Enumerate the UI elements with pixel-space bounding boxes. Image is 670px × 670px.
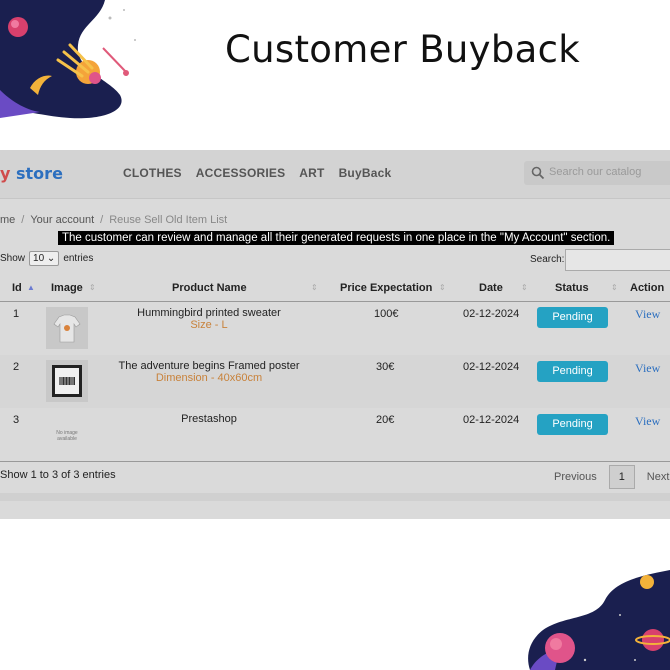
row-id: 1	[13, 308, 20, 320]
price-value: 100€	[374, 308, 399, 320]
show-label: Show	[0, 253, 26, 264]
product-name[interactable]: Hummingbird printed sweater	[105, 307, 313, 319]
row-id: 2	[13, 361, 20, 373]
product-attribute: Dimension - 40x60cm	[155, 372, 263, 384]
breadcrumb-account[interactable]: Your account	[30, 214, 94, 226]
table-search-label: Search:	[530, 254, 565, 265]
search-placeholder: Search our catalog	[549, 166, 642, 178]
product-name[interactable]: The adventure begins Framed poster	[105, 360, 313, 372]
price-value: 30€	[376, 361, 395, 373]
menu-item-clothes[interactable]: CLOTHES	[123, 166, 182, 180]
annotation-tooltip: The customer can review and manage all t…	[58, 231, 615, 245]
header-image[interactable]: Image	[51, 282, 83, 294]
store-logo[interactable]: y store	[0, 164, 63, 183]
search-icon	[531, 166, 545, 180]
table-row: 2 The adventure begins Framed poster Dim…	[0, 355, 670, 408]
status-badge: Pending	[537, 361, 608, 382]
price-value: 20€	[376, 414, 395, 426]
menu-item-buyback[interactable]: BuyBack	[339, 166, 392, 180]
breadcrumb-current: Reuse Sell Old Item List	[109, 214, 228, 226]
sort-icon: ⇕	[611, 283, 618, 292]
date-value: 02-12-2024	[463, 308, 520, 320]
breadcrumb-home[interactable]: me	[0, 214, 15, 226]
space-decoration-bottom-right	[528, 570, 670, 670]
row-id: 3	[13, 414, 20, 426]
product-cell: Hummingbird printed sweater Size - L	[105, 307, 313, 331]
header-price[interactable]: Price Expectation	[340, 282, 432, 294]
sort-icon: ⇕	[311, 283, 318, 292]
no-image-placeholder: No image available	[56, 430, 78, 442]
logo-text: store	[10, 164, 63, 183]
previous-button[interactable]: Previous	[554, 471, 597, 483]
breadcrumb: me / Your account / Reuse Sell Old Item List	[0, 214, 228, 226]
table-row: 1 Hummingbird printed sweater Size - L 1…	[0, 302, 670, 355]
page-size-select[interactable]: 10 ⌄	[29, 251, 60, 266]
product-attribute: Size - L	[190, 319, 228, 331]
header-status[interactable]: Status	[555, 282, 589, 294]
pagination: Previous 1 Next	[554, 465, 669, 489]
menu-item-art[interactable]: ART	[299, 166, 324, 180]
entries-label: entries	[63, 253, 94, 264]
store-header: y store CLOTHES ACCESSORIES ART BuyBack …	[0, 150, 670, 199]
table-info: Show 1 to 3 of 3 entries	[0, 469, 116, 481]
table-footer-divider	[0, 461, 670, 462]
product-cell: The adventure begins Framed poster Dimen…	[105, 360, 313, 384]
sort-icon: ⇕	[439, 283, 446, 292]
store-screenshot: y store CLOTHES ACCESSORIES ART BuyBack …	[0, 150, 670, 519]
date-value: 02-12-2024	[463, 361, 520, 373]
view-link[interactable]: View	[635, 414, 660, 429]
table-search-input[interactable]	[565, 249, 670, 271]
status-badge: Pending	[537, 307, 608, 328]
status-badge: Pending	[537, 414, 608, 435]
catalog-search-input[interactable]: Search our catalog	[524, 161, 670, 185]
main-menu: CLOTHES ACCESSORIES ART BuyBack	[123, 166, 405, 180]
sort-asc-icon: ▲	[27, 283, 35, 292]
header-date[interactable]: Date	[479, 282, 503, 294]
header-action[interactable]: Action	[630, 282, 664, 294]
chevron-down-icon: ⌄	[46, 253, 56, 264]
slide-title: Customer Buyback	[225, 28, 580, 71]
page-size-control: Show 10 ⌄ entries	[0, 251, 93, 266]
date-value: 02-12-2024	[463, 414, 520, 426]
menu-item-accessories[interactable]: ACCESSORIES	[196, 166, 286, 180]
page-1-button[interactable]: 1	[608, 465, 635, 489]
logo-prefix: y	[0, 164, 11, 183]
view-link[interactable]: View	[635, 361, 660, 376]
header-id[interactable]: Id	[12, 282, 22, 294]
sort-icon: ⇕	[89, 283, 96, 292]
next-button[interactable]: Next	[647, 471, 670, 483]
sweater-image	[46, 307, 88, 349]
table-header: Id ▲ Image ⇕ Product Name ⇕ Price Expectati…	[0, 278, 670, 302]
table-row: 3 No image available Prestashop 20€ 02-1…	[0, 408, 670, 461]
product-cell: Prestashop	[105, 413, 313, 425]
product-name[interactable]: Prestashop	[105, 413, 313, 425]
sort-icon: ⇕	[521, 283, 528, 292]
header-product-name[interactable]: Product Name	[172, 282, 247, 294]
poster-image	[46, 360, 88, 402]
view-link[interactable]: View	[635, 307, 660, 322]
page-bottom-band	[0, 493, 670, 501]
page-size-value: 10	[33, 253, 45, 264]
